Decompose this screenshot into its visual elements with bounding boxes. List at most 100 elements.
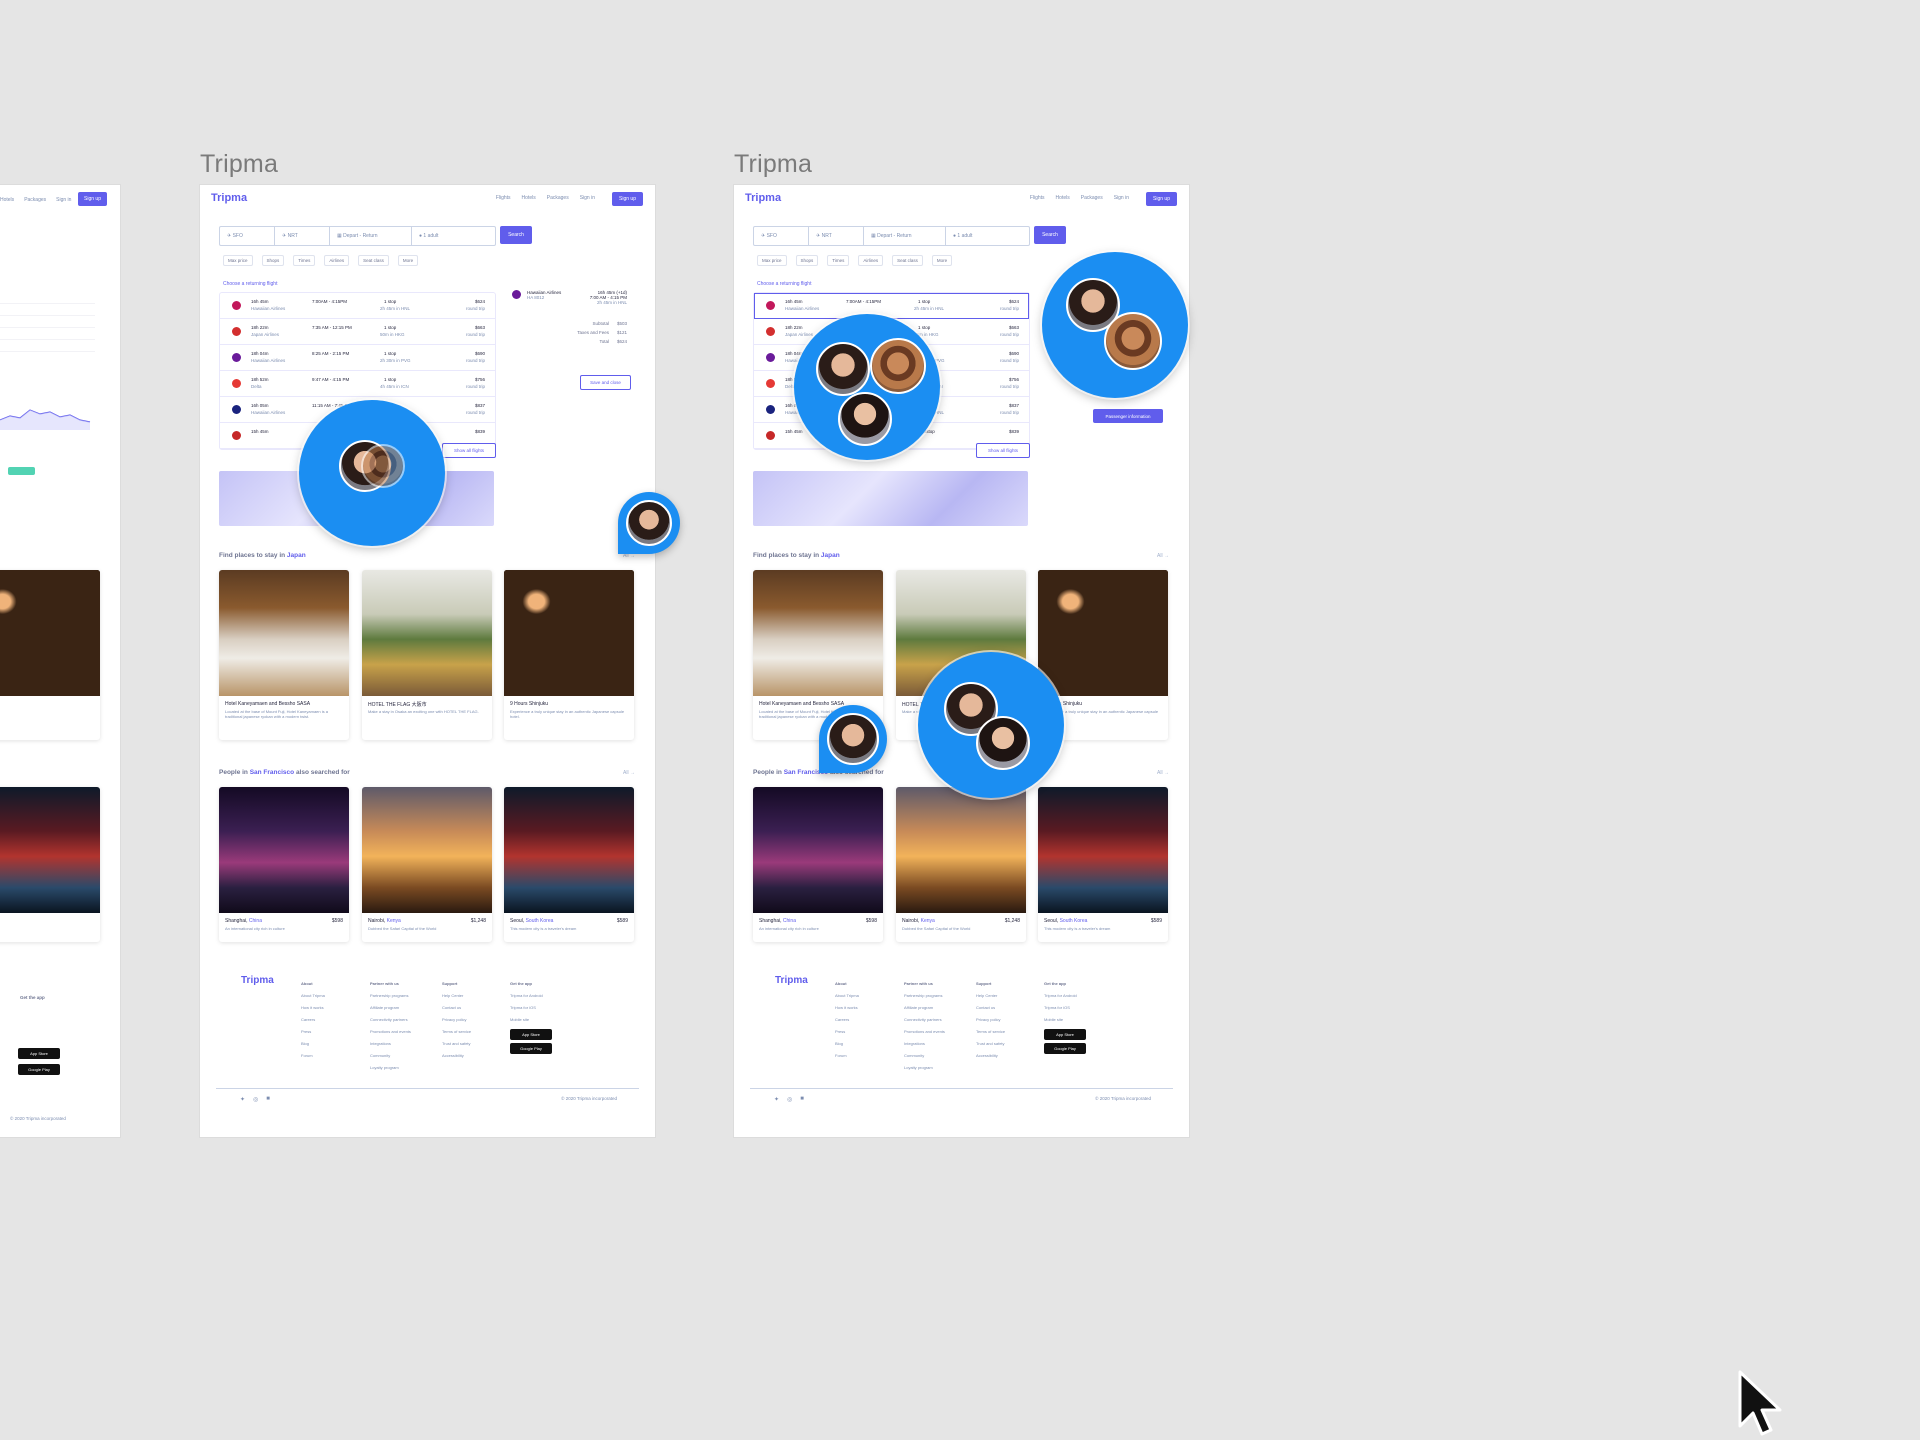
footer-link[interactable]: Partnership programs: [370, 990, 411, 1002]
google-play-button[interactable]: Google Play: [1044, 1043, 1086, 1054]
footer-link[interactable]: Tripma for Android: [1044, 990, 1086, 1002]
nav-flights[interactable]: Flights: [1030, 195, 1045, 201]
google-play-button[interactable]: Google Play: [18, 1064, 60, 1075]
footer-link[interactable]: About Tripma: [301, 990, 325, 1002]
footer-link[interactable]: Affiliate program: [904, 1002, 945, 1014]
logo[interactable]: Tripma: [211, 192, 247, 204]
flight-row[interactable]: 18h 04m Hawaiian Airlines 8:25 AM - 2:15 P…: [220, 345, 495, 371]
footer-link[interactable]: Community: [904, 1050, 945, 1062]
destination-card[interactable]: Seoul, South Korea $589 This modern city…: [1038, 787, 1168, 942]
collaborator-avatar[interactable]: [976, 716, 1030, 770]
passenger-field[interactable]: ● 1 adult: [412, 227, 494, 245]
footer-link[interactable]: Integrations: [904, 1038, 945, 1050]
footer-link[interactable]: Mobile site: [510, 1014, 552, 1026]
filter-times[interactable]: Times: [827, 255, 850, 266]
to-field[interactable]: ✈ NRT: [275, 227, 330, 245]
facebook-icon[interactable]: ■: [266, 1096, 270, 1103]
filter-seat-class[interactable]: Seat class: [358, 255, 389, 266]
footer-link[interactable]: Contact us: [442, 1002, 471, 1014]
app-store-button[interactable]: App Store: [510, 1029, 552, 1040]
destination-card[interactable]: Shanghai, China $598 An international ci…: [219, 787, 349, 942]
search-button[interactable]: Search: [500, 226, 532, 244]
nav-packages[interactable]: Packages: [1081, 195, 1103, 201]
footer-link[interactable]: Accessibility: [442, 1050, 471, 1062]
nav-signin[interactable]: Sign in: [1114, 195, 1129, 201]
stay-card-partial[interactable]: [0, 570, 100, 740]
people-all-link[interactable]: All →: [1157, 770, 1169, 776]
passenger-field[interactable]: ● 1 adult: [946, 227, 1028, 245]
date-field[interactable]: ▦ Depart - Return: [330, 227, 412, 245]
nav-signin[interactable]: Sign in: [56, 197, 71, 203]
twitter-icon[interactable]: ✦: [774, 1096, 779, 1103]
show-all-flights-button[interactable]: Show all flights: [442, 443, 496, 458]
footer-link[interactable]: Loyalty program: [370, 1062, 411, 1074]
app-store-button[interactable]: App Store: [1044, 1029, 1086, 1040]
avatar-cluster-right-summary[interactable]: [1042, 252, 1188, 398]
collaborator-avatar[interactable]: [1104, 312, 1162, 370]
footer-link[interactable]: How it works: [835, 1002, 859, 1014]
filter-more[interactable]: More: [931, 255, 953, 266]
stay-card[interactable]: HOTEL THE FLAG 大阪市 Make a stay in Osaka …: [362, 570, 492, 740]
footer-link[interactable]: Tripma for Android: [510, 990, 552, 1002]
filter-seat-class[interactable]: Seat class: [892, 255, 923, 266]
destination-card[interactable]: Nairobi, Kenya $1,248 Dubbed the Safari …: [896, 787, 1026, 942]
flight-row[interactable]: 18h 52m Delta 9:47 AM - 4:15 PM 1 stop 4h 45…: [220, 371, 495, 397]
destination-card[interactable]: Shanghai, China $598 An international ci…: [753, 787, 883, 942]
flight-row[interactable]: 18h 22m Japan Airlines 7:35 AM - 12:15 PM 1…: [220, 319, 495, 345]
footer-link[interactable]: Contact us: [976, 1002, 1005, 1014]
footer-link[interactable]: Promotions and events: [370, 1026, 411, 1038]
from-field[interactable]: ✈ SFO: [220, 227, 275, 245]
avatar-cluster-right-flights[interactable]: [794, 314, 940, 460]
nav-hotels[interactable]: Hotels: [1056, 195, 1070, 201]
footer-link[interactable]: Careers: [301, 1014, 325, 1026]
filter-max-price[interactable]: Max price: [223, 255, 253, 266]
filter-shops[interactable]: Shops: [261, 255, 285, 266]
instagram-icon[interactable]: ◎: [787, 1096, 792, 1103]
signup-button[interactable]: Sign up: [78, 192, 107, 206]
nav-packages[interactable]: Packages: [547, 195, 569, 201]
footer-link[interactable]: Privacy policy: [442, 1014, 471, 1026]
flight-row[interactable]: 16h 45m Hawaiian Airlines 7:00AM - 4:15PM 1…: [220, 293, 495, 319]
footer-link[interactable]: Terms of service: [442, 1026, 471, 1038]
filter-times[interactable]: Times: [293, 255, 316, 266]
collaborator-avatar[interactable]: [870, 338, 926, 394]
footer-link[interactable]: Partnership programs: [904, 990, 945, 1002]
passenger-information-button[interactable]: Passenger information: [1093, 409, 1163, 423]
collaborator-avatar[interactable]: [626, 500, 672, 546]
footer-link[interactable]: Help Center: [442, 990, 471, 1002]
footer-link[interactable]: Careers: [835, 1014, 859, 1026]
people-all-link[interactable]: All →: [623, 770, 635, 776]
stays-all-link[interactable]: All →: [1157, 553, 1169, 559]
footer-link[interactable]: Press: [301, 1026, 325, 1038]
signup-button[interactable]: Sign up: [1146, 192, 1177, 206]
destination-card[interactable]: Nairobi, Kenya $1,248 Dubbed the Safari …: [362, 787, 492, 942]
footer-link[interactable]: Privacy policy: [976, 1014, 1005, 1026]
avatar-cluster-right-people[interactable]: [918, 652, 1064, 798]
footer-link[interactable]: Tripma for iOS: [1044, 1002, 1086, 1014]
footer-link[interactable]: Connectivity partners: [904, 1014, 945, 1026]
avatar-pin-middle[interactable]: [618, 492, 680, 554]
filter-airlines[interactable]: Airlines: [324, 255, 350, 266]
footer-link[interactable]: Accessibility: [976, 1050, 1005, 1062]
footer-link[interactable]: Connectivity partners: [370, 1014, 411, 1026]
instagram-icon[interactable]: ◎: [253, 1096, 258, 1103]
footer-link[interactable]: Loyalty program: [904, 1062, 945, 1074]
stay-card[interactable]: 9 Hours Shinjuku Experience a truly uniq…: [504, 570, 634, 740]
filter-shops[interactable]: Shops: [795, 255, 819, 266]
destination-card[interactable]: Seoul, South Korea $589 This modern city…: [504, 787, 634, 942]
footer-link[interactable]: Trust and safety: [442, 1038, 471, 1050]
footer-link[interactable]: Blog: [835, 1038, 859, 1050]
footer-logo[interactable]: Tripma: [241, 975, 274, 986]
footer-link[interactable]: Blog: [301, 1038, 325, 1050]
stay-card[interactable]: Hotel Kaneyamaen and Bessho SASA Located…: [219, 570, 349, 740]
footer-link[interactable]: Community: [370, 1050, 411, 1062]
search-button[interactable]: Search: [1034, 226, 1066, 244]
save-and-close-button[interactable]: Save and close: [580, 375, 631, 390]
footer-link[interactable]: About Tripma: [835, 990, 859, 1002]
filter-airlines[interactable]: Airlines: [858, 255, 884, 266]
show-all-flights-button[interactable]: Show all flights: [976, 443, 1030, 458]
footer-link[interactable]: Tripma for iOS: [510, 1002, 552, 1014]
collaborator-avatar[interactable]: [838, 392, 892, 446]
footer-link[interactable]: Forum: [301, 1050, 325, 1062]
footer-link[interactable]: Mobile site: [1044, 1014, 1086, 1026]
